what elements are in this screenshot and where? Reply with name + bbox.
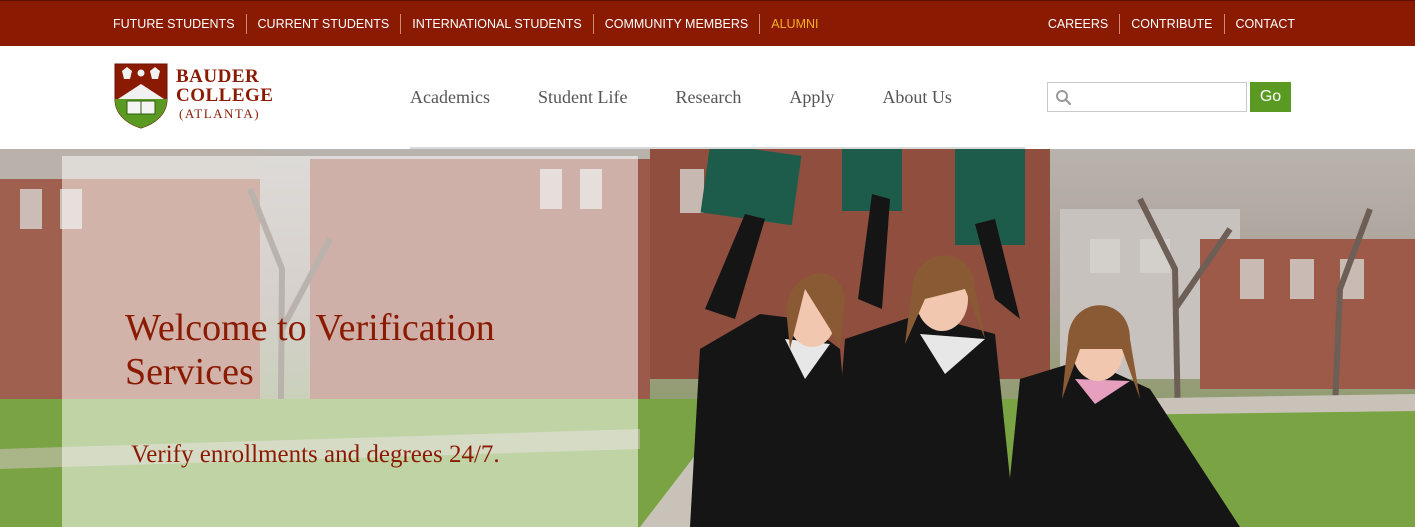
link-careers[interactable]: CAREERS xyxy=(1037,14,1119,34)
search-input[interactable] xyxy=(1076,85,1242,109)
site-header: BAUDER COLLEGE (ATLANTA) Academics Stude… xyxy=(0,46,1415,149)
link-contribute[interactable]: CONTRIBUTE xyxy=(1119,14,1223,34)
link-international-students[interactable]: INTERNATIONAL STUDENTS xyxy=(400,14,592,34)
nav-academics[interactable]: Academics xyxy=(386,87,514,108)
college-crest-icon xyxy=(114,63,168,129)
utility-bar: FUTURE STUDENTS CURRENT STUDENTS INTERNA… xyxy=(0,0,1415,46)
nav-about-us[interactable]: About Us xyxy=(858,87,976,108)
main-nav: Academics Student Life Research Apply Ab… xyxy=(386,46,976,149)
nav-student-life[interactable]: Student Life xyxy=(514,87,651,108)
link-community-members[interactable]: COMMUNITY MEMBERS xyxy=(592,14,760,34)
search-box xyxy=(1047,82,1247,112)
nav-research[interactable]: Research xyxy=(651,87,765,108)
link-future-students[interactable]: FUTURE STUDENTS xyxy=(102,14,246,34)
welcome-panel: Welcome to Verification Services Verify … xyxy=(62,156,638,527)
link-alumni[interactable]: ALUMNI xyxy=(759,14,829,34)
hero-title: Welcome to Verification Services xyxy=(125,307,495,393)
logo-line-2: COLLEGE xyxy=(176,85,274,106)
logo-line-1: BAUDER xyxy=(176,66,260,87)
utility-links: CAREERS CONTRIBUTE CONTACT xyxy=(1037,1,1306,47)
hero-subtitle: Verify enrollments and degrees 24/7. xyxy=(131,441,500,468)
logo-wordmark: BAUDER COLLEGE (ATLANTA) xyxy=(176,67,273,122)
link-current-students[interactable]: CURRENT STUDENTS xyxy=(245,14,401,34)
search-go-button[interactable]: Go xyxy=(1250,82,1291,112)
nav-apply[interactable]: Apply xyxy=(765,87,858,108)
link-contact[interactable]: CONTACT xyxy=(1223,14,1307,34)
site-logo[interactable]: BAUDER COLLEGE (ATLANTA) xyxy=(114,63,284,131)
search-icon xyxy=(1056,90,1072,106)
logo-line-3: (ATLANTA) xyxy=(179,106,261,121)
audience-links: FUTURE STUDENTS CURRENT STUDENTS INTERNA… xyxy=(102,1,830,47)
